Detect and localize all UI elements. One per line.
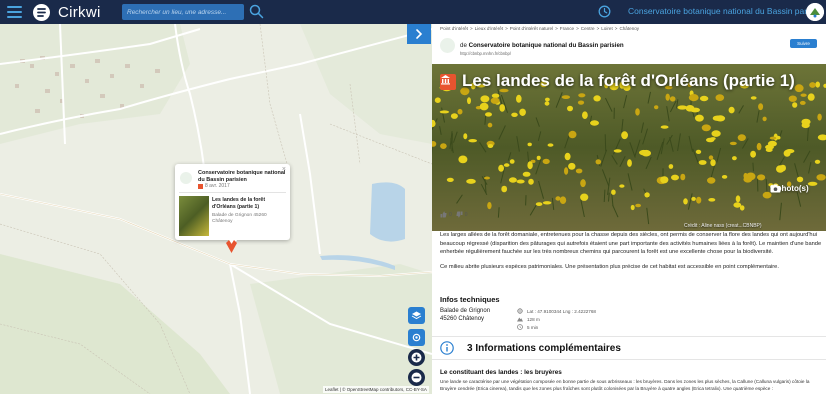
breadcrumb-separator: > xyxy=(614,26,618,31)
org-logo-icon xyxy=(180,172,192,184)
brand[interactable]: Cirkwi xyxy=(33,3,101,21)
mountain-icon xyxy=(517,317,523,322)
crosshair-icon xyxy=(412,333,421,342)
org-avatar[interactable] xyxy=(806,3,824,21)
popup-address: Balade de Grignon 45260 Châtenoy xyxy=(212,213,286,226)
info-icon xyxy=(440,341,454,355)
follow-label: Suivre xyxy=(797,41,810,46)
breadcrumb-item[interactable]: Centre xyxy=(581,26,595,31)
breadcrumb-item[interactable]: Point d'intérêt naturel xyxy=(510,26,553,31)
map-marker-icon[interactable] xyxy=(226,240,237,253)
clock-icon xyxy=(517,324,523,330)
infos-address-line2: 45260 Châtenoy xyxy=(440,316,485,323)
description-paragraph: Les larges allées de la forêt domaniale,… xyxy=(440,232,822,256)
map-attribution[interactable]: Leaflet | © OpenStreetMap contributors, … xyxy=(323,386,429,393)
breadcrumb-separator: > xyxy=(469,26,473,31)
org-prefix: de xyxy=(460,42,467,49)
infos-duration: 5 min xyxy=(527,324,539,330)
popup-thumbnail[interactable] xyxy=(179,196,209,236)
popup-title[interactable]: Les landes de la forêt d'Orléans (partie… xyxy=(212,197,286,210)
hero-image[interactable]: Les landes de la forêt d'Orléans (partie… xyxy=(432,64,826,231)
infos-coords: Lat : 47.9100344 Lng : 2.4222768 xyxy=(527,308,596,314)
zoom-in-button[interactable] xyxy=(408,349,425,366)
thumbs-down-icon xyxy=(456,211,463,218)
popup-date-row: 8 avr. 2017 xyxy=(198,183,230,189)
infos-title: Infos techniques xyxy=(440,295,500,304)
landmark-badge-icon xyxy=(440,74,456,90)
breadcrumb-separator: > xyxy=(555,26,558,31)
photo-credit: Crédit : Aline nass (creat...CBNBP) xyxy=(684,223,762,229)
org-name[interactable]: Conservatoire botanique national du Bass… xyxy=(469,42,624,49)
org-link[interactable]: Conservatoire botanique national du Bass… xyxy=(628,6,825,16)
infos-duration-row: 5 min xyxy=(517,323,596,331)
popup-address-line2: Châtenoy xyxy=(212,219,233,225)
thumbs-up-icon xyxy=(440,211,447,218)
layers-button[interactable] xyxy=(408,307,425,324)
dislike-count: 0 xyxy=(464,211,468,218)
reactions: 0 0 xyxy=(440,211,468,218)
breadcrumb-item[interactable]: Point d'intérêt xyxy=(440,26,468,31)
infos-address: Balade de Grignon 45260 Châtenoy xyxy=(440,307,490,323)
dislike-button[interactable]: 0 xyxy=(456,211,468,218)
popup-org[interactable]: Conservatoire botanique national du Bass… xyxy=(198,170,286,183)
breadcrumb-item[interactable]: Châtenoy xyxy=(619,26,639,31)
breadcrumb-separator: > xyxy=(505,26,508,31)
like-count: 0 xyxy=(449,211,452,218)
infos-address-line1: Balade de Grignon xyxy=(440,308,491,314)
hero-title: Les landes de la forêt d'Orléans (partie… xyxy=(462,71,795,90)
brand-name: Cirkwi xyxy=(58,3,101,21)
infos-altitude: 128 m xyxy=(527,316,540,322)
like-button[interactable]: 0 xyxy=(440,211,452,218)
popup-date: 8 avr. 2017 xyxy=(205,183,230,189)
infos-altitude-row: 128 m xyxy=(517,315,596,323)
hamburger-menu-icon[interactable] xyxy=(2,0,26,24)
breadcrumb-separator: > xyxy=(576,26,579,31)
zoom-out-button[interactable] xyxy=(408,369,425,386)
infos-coords-row: Lat : 47.9100344 Lng : 2.4222768 xyxy=(517,307,596,315)
breadcrumb-item[interactable]: France xyxy=(560,26,574,31)
search-input[interactable] xyxy=(122,4,244,20)
clock-icon[interactable] xyxy=(598,5,611,18)
locate-button[interactable] xyxy=(408,329,425,346)
calendar-icon xyxy=(198,184,203,189)
popup-divider xyxy=(179,192,286,193)
extra-info-header[interactable]: 3 Informations complémentaires xyxy=(432,336,826,360)
extra-info-subtitle: Le constituant des landes : les bruyères xyxy=(440,369,562,376)
breadcrumb-item[interactable]: Loiret xyxy=(601,26,613,31)
map-popup[interactable]: × Conservatoire botanique national du Ba… xyxy=(175,164,290,240)
crosshair-icon xyxy=(517,308,523,314)
breadcrumb: Point d'intérêt > Lieux d'intérêt > Point d'… xyxy=(440,26,639,31)
org-logo-icon xyxy=(440,38,455,53)
breadcrumb-item[interactable]: Lieux d'intérêt xyxy=(475,26,503,31)
photo-count-button[interactable]: 9 photo(s) xyxy=(770,184,809,193)
cirkwi-logo-icon xyxy=(33,3,50,21)
minus-icon xyxy=(411,372,422,383)
description-paragraph: Ce milieu abrite plusieurs espèces patri… xyxy=(440,263,779,270)
extra-info-text: Une lande se caractérise par une végétat… xyxy=(440,379,810,392)
plus-icon xyxy=(411,352,422,363)
org-url[interactable]: http://cbnbp.mnhn.fr/cbnbp/ xyxy=(460,51,511,56)
infos-list: Lat : 47.9100344 Lng : 2.4222768 128 m 5… xyxy=(517,307,596,331)
search-icon[interactable] xyxy=(249,4,264,19)
expand-panel-button[interactable] xyxy=(407,24,431,44)
description: Les larges allées de la forêt domaniale,… xyxy=(440,231,822,278)
detail-panel: Point d'intérêt > Lieux d'intérêt > Point d'… xyxy=(432,24,826,394)
extra-info-title: 3 Informations complémentaires xyxy=(467,342,621,354)
follow-button[interactable]: Suivre xyxy=(790,39,817,48)
breadcrumb-separator: > xyxy=(596,26,600,31)
camera-icon xyxy=(770,184,781,193)
layers-icon xyxy=(411,311,422,320)
